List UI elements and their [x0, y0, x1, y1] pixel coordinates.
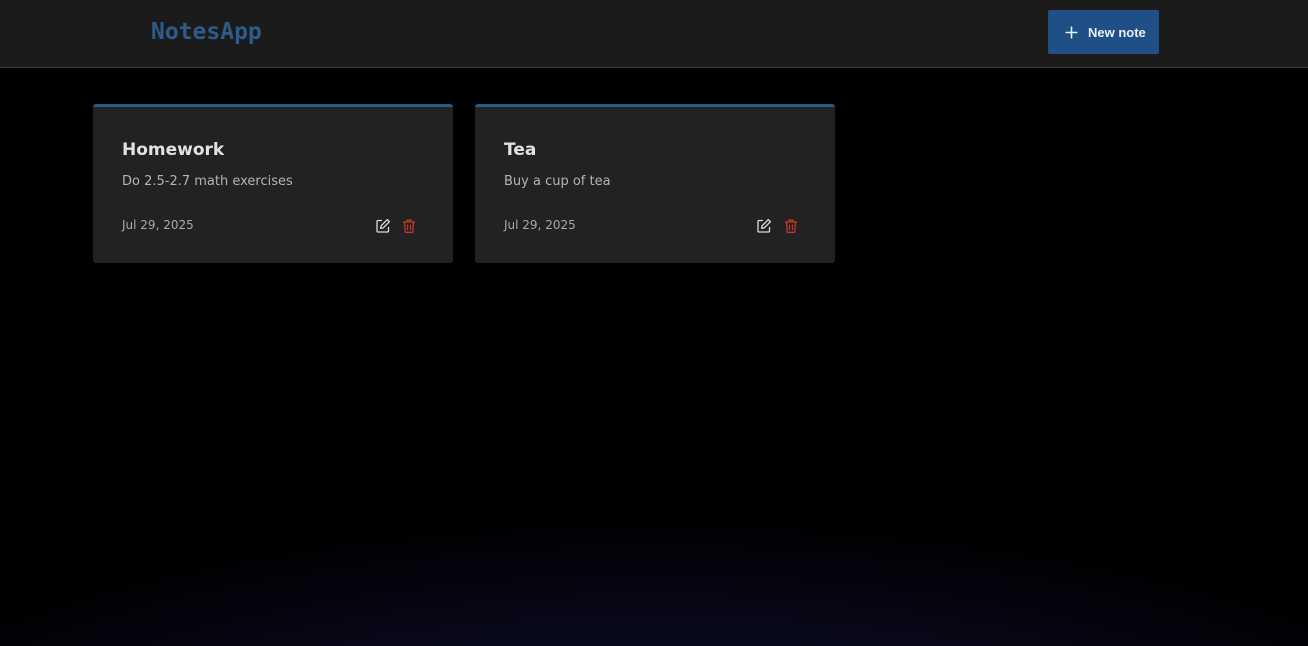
edit-icon — [757, 218, 772, 233]
delete-note-button[interactable] — [401, 218, 417, 234]
edit-icon — [376, 218, 391, 233]
edit-note-button[interactable] — [756, 218, 772, 234]
new-note-button[interactable]: New note — [1048, 10, 1159, 54]
note-title: Homework — [122, 140, 225, 160]
new-note-button-label: New note — [1088, 24, 1146, 40]
note-date: Jul 29, 2025 — [122, 218, 194, 232]
note-body: Buy a cup of tea — [504, 174, 611, 189]
trash-icon — [403, 219, 415, 233]
note-date: Jul 29, 2025 — [504, 218, 576, 232]
delete-note-button[interactable] — [783, 218, 799, 234]
edit-note-button[interactable] — [375, 218, 391, 234]
note-card: Homework Do 2.5-2.7 math exercises Jul 2… — [93, 104, 453, 263]
plus-icon — [1065, 26, 1078, 38]
trash-icon — [785, 219, 797, 233]
note-body: Do 2.5-2.7 math exercises — [122, 174, 293, 189]
background — [0, 0, 1308, 646]
note-card: Tea Buy a cup of tea Jul 29, 2025 — [475, 104, 835, 263]
app-logo[interactable]: NotesApp — [151, 17, 262, 47]
app-header: NotesApp New note — [0, 0, 1308, 68]
note-title: Tea — [504, 140, 537, 160]
